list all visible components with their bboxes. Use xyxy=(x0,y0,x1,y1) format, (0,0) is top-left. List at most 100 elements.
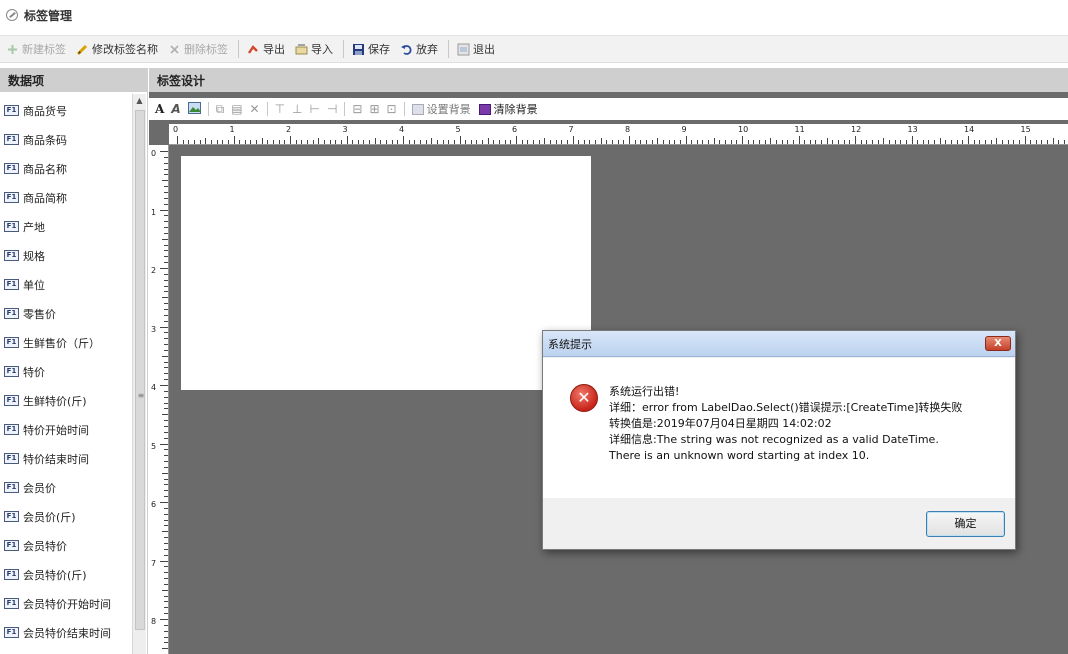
align-left-icon[interactable]: ⊢ xyxy=(310,102,320,116)
ruler-tick xyxy=(1024,136,1026,144)
ruler-tick xyxy=(164,478,168,480)
data-item[interactable]: F1 特价 xyxy=(4,357,132,386)
align-top-icon[interactable]: ⊤ xyxy=(275,102,285,116)
data-item[interactable]: F1 特价结束时间 xyxy=(4,444,132,473)
ruler-tick xyxy=(162,648,168,650)
ruler-tick xyxy=(164,548,168,550)
align-right-icon[interactable]: ⊣ xyxy=(327,102,337,116)
data-item[interactable]: F1 会员特价 xyxy=(4,531,132,560)
ruler-tick xyxy=(164,221,168,223)
data-item[interactable]: F1 会员特价开始时间 xyxy=(4,589,132,618)
data-item[interactable]: F1 会员价(斤) xyxy=(4,502,132,531)
label-canvas[interactable] xyxy=(181,156,591,390)
data-item[interactable]: F1 单位 xyxy=(4,270,132,299)
ruler-number: 3 xyxy=(342,125,348,134)
ruler-tick xyxy=(849,140,851,144)
clear-background-button[interactable]: 清除背景 xyxy=(478,101,538,117)
ruler-tick xyxy=(696,140,698,144)
ruler-tick xyxy=(162,589,168,591)
data-item[interactable]: F1 会员特价结束时间 xyxy=(4,618,132,647)
ruler-tick xyxy=(164,484,168,486)
save-icon xyxy=(352,43,365,56)
export-button[interactable]: 导出 xyxy=(247,41,285,57)
data-item[interactable]: F1 商品货号 xyxy=(4,96,132,125)
ruler-tick xyxy=(549,140,551,144)
error-icon: ✕ xyxy=(570,384,598,412)
ruler-tick xyxy=(922,140,924,144)
scroll-thumb[interactable]: ≡ xyxy=(135,110,145,630)
ok-button[interactable]: 确定 xyxy=(926,511,1005,537)
data-item-label: 特价开始时间 xyxy=(23,423,89,437)
ruler-tick xyxy=(164,285,168,287)
align-bottom-icon[interactable]: ⊥ xyxy=(292,102,302,116)
ruler-number: 0 xyxy=(173,125,179,134)
data-items-header: 数据项 xyxy=(0,68,147,92)
exit-button[interactable]: 退出 xyxy=(457,41,495,57)
plus-icon xyxy=(6,43,19,56)
ruler-tick xyxy=(160,326,168,328)
scroll-up-arrow-icon[interactable]: ▲ xyxy=(133,94,146,108)
image-tool-icon[interactable] xyxy=(187,101,201,117)
data-item[interactable]: F1 生鲜售价（斤） xyxy=(4,328,132,357)
data-item[interactable]: F1 零售价 xyxy=(4,299,132,328)
discard-button[interactable]: 放弃 xyxy=(400,41,438,57)
delete-icon[interactable]: ✕ xyxy=(250,102,260,116)
text-style-icon[interactable]: A xyxy=(171,102,180,116)
data-item[interactable]: F1 特价开始时间 xyxy=(4,415,132,444)
ruler-tick xyxy=(164,566,168,568)
ruler-tick xyxy=(945,140,947,144)
ruler-tick xyxy=(747,140,749,144)
pencil-icon xyxy=(76,43,89,56)
ruler-tick xyxy=(329,140,331,144)
field-icon: F1 xyxy=(4,511,19,522)
data-item[interactable]: F1 会员特价(斤) xyxy=(4,560,132,589)
rename-label-button[interactable]: 修改标签名称 xyxy=(76,41,158,57)
same-width-icon[interactable]: ⊟ xyxy=(352,102,362,116)
data-item[interactable]: F1 产地 xyxy=(4,212,132,241)
data-item-label: 会员特价 xyxy=(23,539,67,553)
ruler-tick xyxy=(702,140,704,144)
paste-icon[interactable]: ▤ xyxy=(231,102,242,116)
ruler-tick xyxy=(164,332,168,334)
close-icon[interactable]: X xyxy=(985,336,1011,351)
data-item[interactable]: F1 规格 xyxy=(4,241,132,270)
ruler-tick xyxy=(164,437,168,439)
ruler-number: 5 xyxy=(151,441,157,451)
data-item[interactable]: F1 会员价 xyxy=(4,473,132,502)
data-item[interactable]: F1 商品简称 xyxy=(4,183,132,212)
ruler-tick xyxy=(595,140,597,144)
ruler-tick xyxy=(164,461,168,463)
ruler-tick xyxy=(792,140,794,144)
ruler-tick xyxy=(442,140,444,144)
same-size-icon[interactable]: ⊡ xyxy=(387,102,397,116)
data-item-label: 特价结束时间 xyxy=(23,452,89,466)
import-button[interactable]: 导入 xyxy=(295,41,333,57)
ruler-tick xyxy=(572,136,574,144)
new-label-button[interactable]: 新建标签 xyxy=(6,41,66,57)
ruler-tick xyxy=(493,140,495,144)
error-line: There is an unknown word starting at ind… xyxy=(609,449,870,462)
text-tool-icon[interactable]: A xyxy=(155,102,164,116)
ruler-tick xyxy=(951,140,953,144)
data-item-label: 生鲜特价(斤) xyxy=(23,394,87,408)
same-height-icon[interactable]: ⊞ xyxy=(369,102,379,116)
data-item[interactable]: F1 生鲜特价(斤) xyxy=(4,386,132,415)
ruler-tick xyxy=(312,140,314,144)
ruler-tick xyxy=(164,572,168,574)
ruler-tick xyxy=(273,140,275,144)
dialog-footer: 确定 xyxy=(543,498,1015,549)
ruler-tick xyxy=(164,578,168,580)
window-title-bar: 标签管理 xyxy=(0,0,1068,30)
ruler-tick xyxy=(826,138,828,144)
ruler-tick xyxy=(600,138,602,144)
ruler-tick xyxy=(651,140,653,144)
ruler-tick xyxy=(470,140,472,144)
set-background-button[interactable]: 设置背景 xyxy=(411,101,471,117)
copy-icon[interactable]: ⧉ xyxy=(216,102,225,117)
data-item[interactable]: F1 商品名称 xyxy=(4,154,132,183)
data-item[interactable]: F1 商品条码 xyxy=(4,125,132,154)
data-items-scrollbar[interactable]: ▲ ≡ xyxy=(132,94,146,654)
delete-label-button[interactable]: 删除标签 xyxy=(168,41,228,57)
ruler-tick xyxy=(1052,138,1054,144)
save-button[interactable]: 保存 xyxy=(352,41,390,57)
